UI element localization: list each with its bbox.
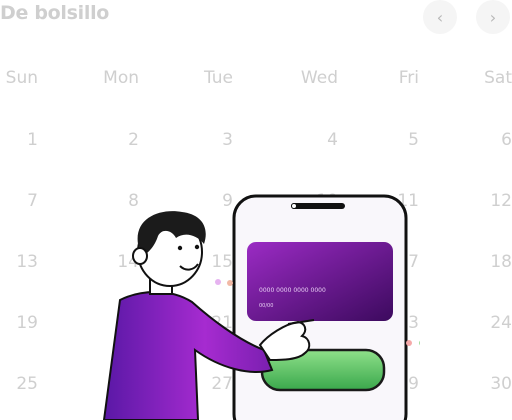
calendar-day[interactable]: 13 bbox=[0, 252, 38, 272]
weekday-label: Wed bbox=[300, 68, 338, 88]
calendar-day[interactable]: 1 bbox=[0, 130, 38, 150]
calendar-day[interactable]: 25 bbox=[0, 374, 38, 394]
calendar-day[interactable]: 19 bbox=[0, 313, 38, 333]
weekday-label: Tue bbox=[203, 68, 233, 88]
calendar-day[interactable]: 5 bbox=[359, 130, 419, 150]
calendar-day[interactable]: 4 bbox=[278, 130, 338, 150]
calendar-day[interactable]: 30 bbox=[452, 374, 512, 394]
card-number-text: 0000 0000 0000 0000 bbox=[259, 287, 326, 294]
calendar-day[interactable]: 6 bbox=[452, 130, 512, 150]
card-expiry-text: 00/00 bbox=[259, 303, 273, 309]
calendar-day[interactable]: 12 bbox=[452, 191, 512, 211]
phone-graphic: 0000 0000 0000 0000 00/00 bbox=[232, 194, 408, 420]
payment-illustration: 0000 0000 0000 0000 00/00 bbox=[102, 194, 420, 420]
weekday-label: Sun bbox=[5, 68, 38, 88]
calendar-day[interactable]: 24 bbox=[452, 313, 512, 333]
calendar-day[interactable]: 2 bbox=[79, 130, 139, 150]
calendar-day[interactable]: 18 bbox=[452, 252, 512, 272]
calendar-day[interactable]: 7 bbox=[0, 191, 38, 211]
weekday-label: Mon bbox=[103, 68, 139, 88]
calendar-day[interactable]: 3 bbox=[173, 130, 233, 150]
weekday-label: Fri bbox=[398, 68, 419, 88]
weekday-label: Sat bbox=[484, 68, 512, 88]
